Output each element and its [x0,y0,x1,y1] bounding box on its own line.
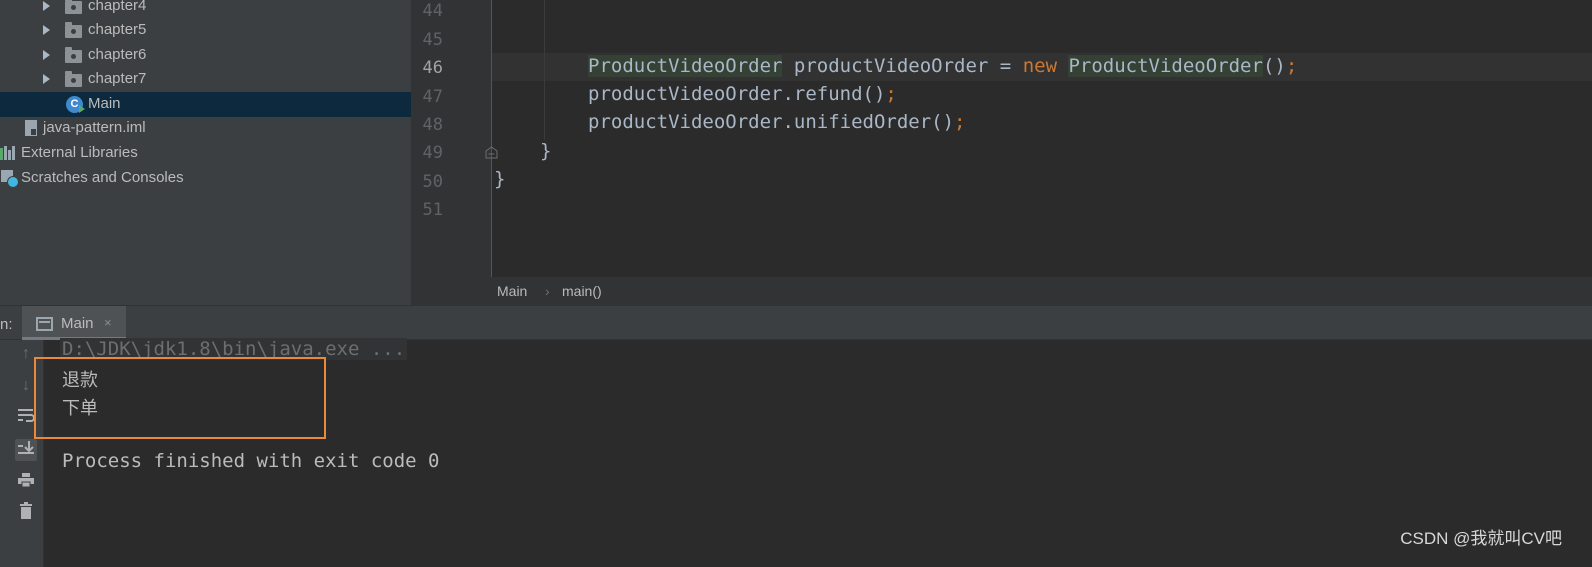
line-number: 45 [422,30,443,50]
run-panel-header: n: Main × [0,305,1592,340]
code-line-49[interactable]: } [540,140,551,162]
type-token: ProductVideoOrder [1068,55,1263,77]
close-icon[interactable]: × [104,315,112,330]
line-number: 44 [422,1,443,21]
package-folder-icon [65,71,82,87]
breadcrumb-item-class[interactable]: Main [497,283,527,299]
gutter-divider [491,0,492,277]
tree-item-iml[interactable]: java-pattern.iml [0,116,411,141]
code-line-46[interactable]: ProductVideoOrder productVideoOrder = ne… [588,55,1297,77]
package-folder-icon [65,47,82,63]
run-panel-label: n: [0,316,13,333]
tree-item-label: Main [88,95,121,112]
tree-item-external-libraries[interactable]: External Libraries [0,141,411,166]
tree-item-scratches[interactable]: Scratches and Consoles [0,166,411,191]
line-number: 48 [422,115,443,135]
editor-breadcrumb: Main › main() [411,277,1592,305]
tree-item-label: Scratches and Consoles [21,169,184,186]
tree-item-label: chapter5 [88,21,147,38]
breadcrumb-item-method[interactable]: main() [562,283,602,299]
fold-end-icon[interactable] [485,146,498,159]
package-folder-icon [65,22,82,38]
tree-item-label: chapter4 [88,0,147,14]
tree-item-label: java-pattern.iml [43,119,146,136]
code-editor[interactable] [492,0,1592,277]
indent-guide [544,0,545,140]
code-token: productVideoOrder = [782,55,1023,77]
line-number: 50 [422,172,443,192]
tree-item-chapter4[interactable]: chapter4 [0,0,411,19]
console-exit-message: Process finished with exit code 0 [62,450,440,472]
java-class-icon: C [66,96,85,113]
project-tool-window: chapter4 chapter5 chapter6 chapter7 C Ma… [0,0,411,305]
expand-arrow-icon[interactable] [43,74,50,84]
line-number: 46 [422,58,443,78]
watermark: CSDN @我就叫CV吧 [1400,529,1562,548]
console-icon [36,317,53,331]
package-folder-icon [65,0,82,14]
tree-item-label: chapter7 [88,70,147,87]
line-number: 51 [422,200,443,220]
libraries-icon [0,146,15,160]
semicolon-token: ; [1285,55,1298,77]
module-file-icon [25,120,37,136]
code-line-50[interactable]: } [494,168,505,190]
code-token: () [1262,55,1286,77]
breadcrumb-separator-icon: › [545,283,550,299]
semicolon-token: ; [954,111,966,133]
scroll-to-end-icon[interactable] [15,439,37,461]
line-number: 49 [422,143,443,163]
semicolon-token: ; [885,83,897,105]
print-icon[interactable] [15,472,37,494]
run-tab-label: Main [61,315,94,332]
type-token: ProductVideoOrder [588,55,783,77]
expand-arrow-icon[interactable] [43,1,50,11]
code-line-47[interactable]: productVideoOrder.refund(); [588,83,897,105]
tree-item-main[interactable]: C Main [0,92,411,117]
code-token: productVideoOrder.refund() [588,83,886,105]
tree-item-label: External Libraries [21,144,138,161]
scratches-icon [1,170,19,188]
keyword-token: new [1022,55,1058,77]
expand-arrow-icon[interactable] [43,25,50,35]
tree-item-chapter6[interactable]: chapter6 [0,43,411,68]
tree-item-chapter7[interactable]: chapter7 [0,67,411,92]
tree-item-chapter5[interactable]: chapter5 [0,18,411,43]
annotation-highlight-box [34,357,326,439]
expand-arrow-icon[interactable] [43,50,50,60]
trash-icon[interactable] [15,502,37,524]
line-number: 47 [422,87,443,107]
tree-item-label: chapter6 [88,46,147,63]
code-token: productVideoOrder.unifiedOrder() [588,111,955,133]
code-line-48[interactable]: productVideoOrder.unifiedOrder(); [588,111,966,133]
